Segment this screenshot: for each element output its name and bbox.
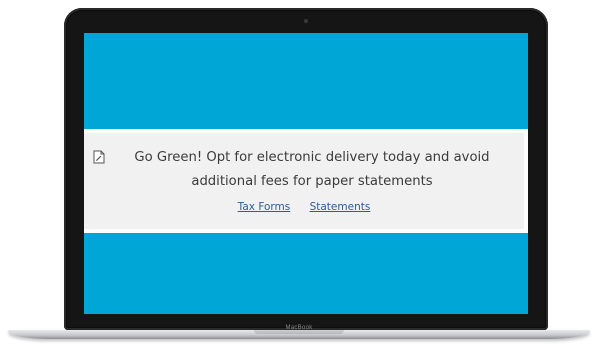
notice-links: Tax Forms Statements: [84, 201, 524, 213]
tax-forms-link[interactable]: Tax Forms: [238, 201, 291, 213]
brand-label: MacBook: [285, 325, 313, 331]
notice-banner: Go Green! Opt for electronic delivery to…: [84, 129, 528, 233]
laptop-mockup: Go Green! Opt for electronic delivery to…: [0, 0, 598, 346]
statements-link[interactable]: Statements: [310, 201, 371, 213]
camera-dot: [304, 19, 308, 23]
notice-banner-body: Go Green! Opt for electronic delivery to…: [84, 133, 524, 229]
laptop-screen: Go Green! Opt for electronic delivery to…: [84, 33, 528, 314]
notice-message: Go Green! Opt for electronic delivery to…: [134, 150, 490, 189]
document-edit-icon: [93, 150, 105, 164]
